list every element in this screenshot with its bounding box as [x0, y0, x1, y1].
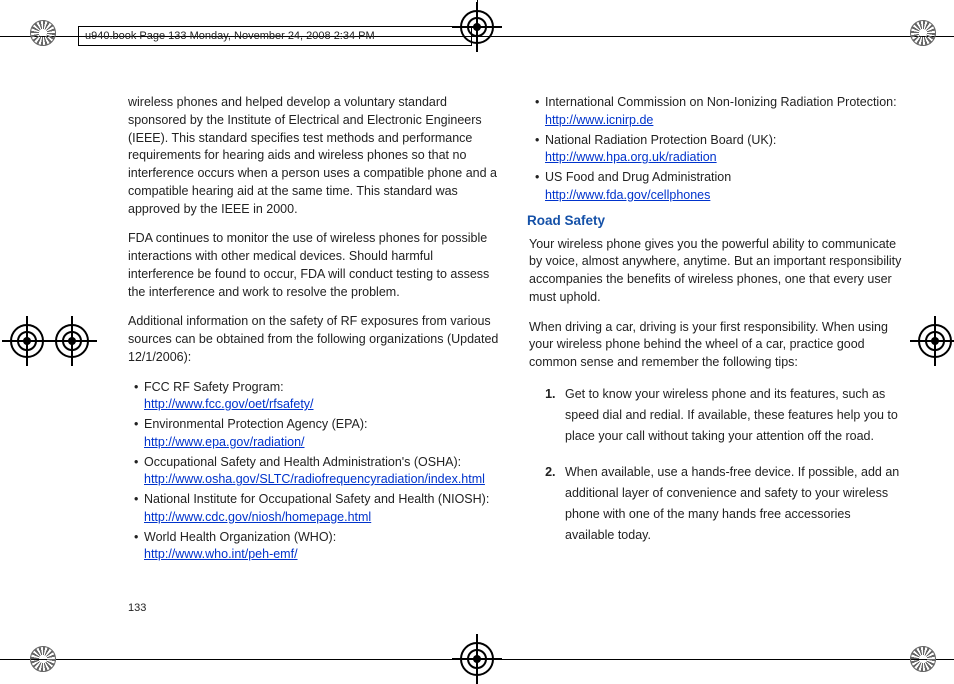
numbered-item: Get to know your wireless phone and its … — [559, 384, 902, 448]
paragraph: FDA continues to monitor the use of wire… — [128, 230, 501, 301]
list-item: FCC RF Safety Program: http://www.fcc.gov… — [134, 379, 501, 415]
target-mark-icon — [10, 324, 44, 358]
list-label: Environmental Protection Agency (EPA): — [144, 417, 368, 431]
link-list: FCC RF Safety Program: http://www.fcc.gov… — [128, 379, 501, 565]
registration-mark-icon — [910, 646, 936, 672]
list-item: Environmental Protection Agency (EPA): ht… — [134, 416, 501, 452]
target-mark-icon — [460, 642, 494, 676]
external-link[interactable]: http://www.icnirp.de — [545, 113, 653, 127]
list-label: National Institute for Occupational Safe… — [144, 492, 489, 506]
external-link[interactable]: http://www.who.int/peh-emf/ — [144, 547, 298, 561]
list-label: Occupational Safety and Health Administr… — [144, 455, 461, 469]
list-item: National Radiation Protection Board (UK)… — [535, 132, 902, 168]
list-label: World Health Organization (WHO): — [144, 530, 336, 544]
page: u940.book Page 133 Monday, November 24, … — [0, 0, 954, 682]
section-heading: Road Safety — [527, 211, 902, 230]
column-left: wireless phones and helped develop a vol… — [128, 94, 501, 632]
list-label: National Radiation Protection Board (UK)… — [545, 133, 776, 147]
meta-bar: u940.book Page 133 Monday, November 24, … — [78, 26, 472, 46]
external-link[interactable]: http://www.hpa.org.uk/radiation — [545, 150, 717, 164]
column-right: International Commission on Non-Ionizing… — [529, 94, 902, 632]
list-label: International Commission on Non-Ionizing… — [545, 95, 897, 109]
numbered-list: Get to know your wireless phone and its … — [529, 384, 902, 547]
list-item: World Health Organization (WHO): http://w… — [134, 529, 501, 565]
target-mark-icon — [55, 324, 89, 358]
page-number: 133 — [128, 602, 146, 614]
link-list: International Commission on Non-Ionizing… — [529, 94, 902, 205]
list-label: FCC RF Safety Program: — [144, 380, 284, 394]
list-item: International Commission on Non-Ionizing… — [535, 94, 902, 130]
registration-mark-icon — [30, 20, 56, 46]
list-item: Occupational Safety and Health Administr… — [134, 454, 501, 490]
list-item: National Institute for Occupational Safe… — [134, 491, 501, 527]
paragraph: wireless phones and helped develop a vol… — [128, 94, 501, 218]
content-area: wireless phones and helped develop a vol… — [128, 94, 902, 632]
registration-mark-icon — [910, 20, 936, 46]
target-mark-icon — [460, 10, 494, 44]
external-link[interactable]: http://www.epa.gov/radiation/ — [144, 435, 305, 449]
paragraph: When driving a car, driving is your firs… — [529, 319, 902, 372]
registration-mark-icon — [30, 646, 56, 672]
paragraph: Your wireless phone gives you the powerf… — [529, 236, 902, 307]
target-mark-icon — [918, 324, 952, 358]
external-link[interactable]: http://www.fda.gov/cellphones — [545, 188, 710, 202]
external-link[interactable]: http://www.fcc.gov/oet/rfsafety/ — [144, 397, 314, 411]
list-item: US Food and Drug Administration http://ww… — [535, 169, 902, 205]
numbered-item: When available, use a hands-free device.… — [559, 462, 902, 547]
list-label: US Food and Drug Administration — [545, 170, 731, 184]
external-link[interactable]: http://www.osha.gov/SLTC/radiofrequencyr… — [144, 472, 485, 486]
meta-bar-text: u940.book Page 133 Monday, November 24, … — [85, 28, 375, 44]
external-link[interactable]: http://www.cdc.gov/niosh/homepage.html — [144, 510, 371, 524]
paragraph: Additional information on the safety of … — [128, 313, 501, 366]
